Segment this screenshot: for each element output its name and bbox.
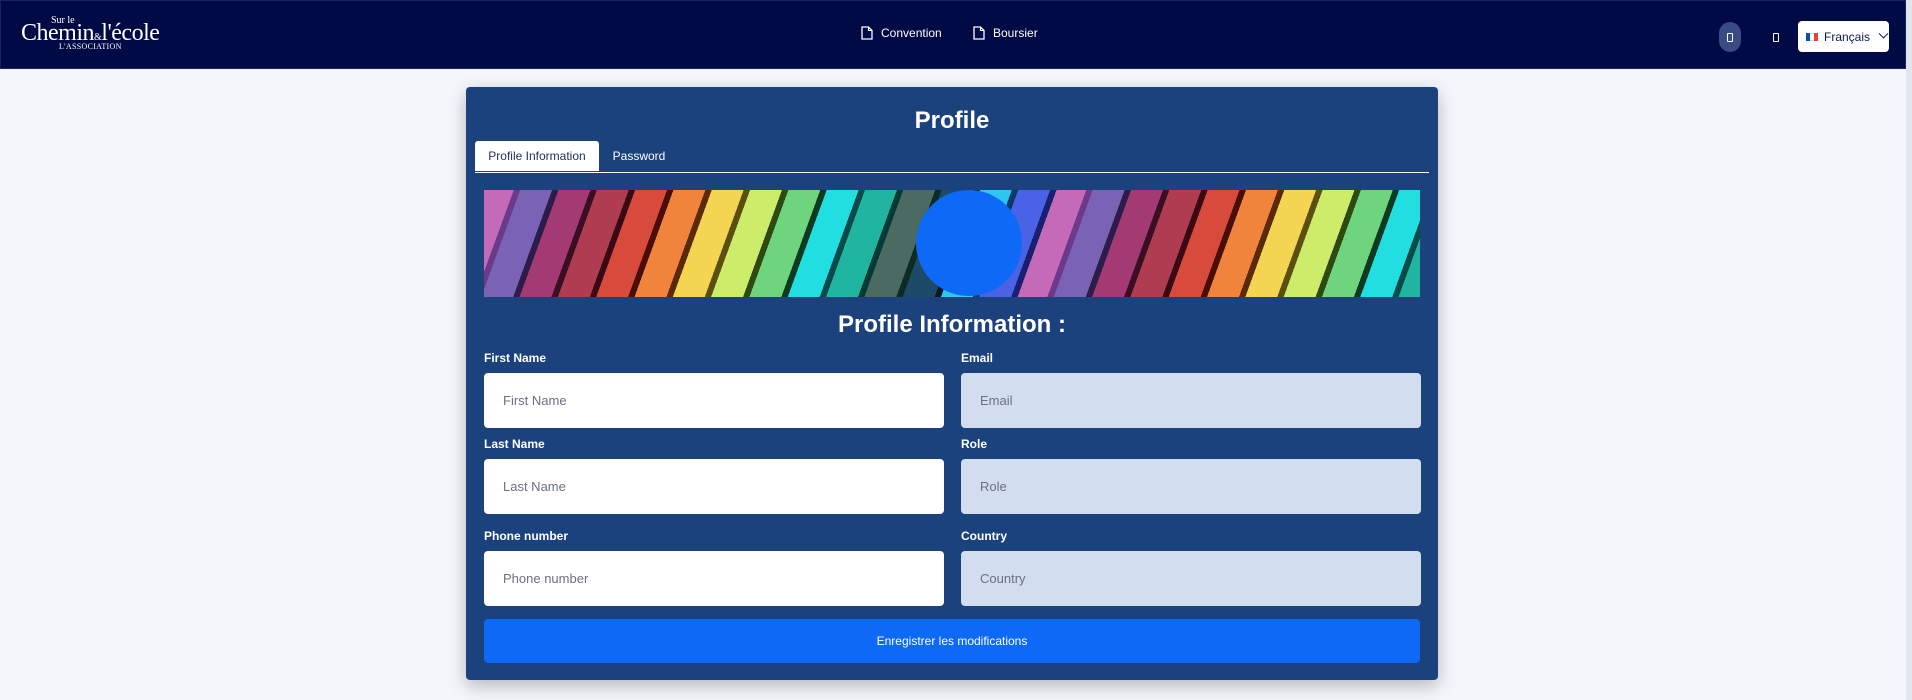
- logout-icon-button[interactable]: [1765, 22, 1787, 52]
- phone-label: Phone number: [484, 529, 569, 543]
- last-name-field[interactable]: [484, 459, 944, 514]
- user-icon-button[interactable]: [1719, 22, 1741, 52]
- role-label: Role: [961, 437, 988, 451]
- page-title: Profile: [914, 107, 990, 134]
- logo-association-text: L'ASSOCIATION: [59, 42, 122, 51]
- last-name-label: Last Name: [484, 437, 545, 451]
- nav-link-boursier[interactable]: Boursier: [973, 26, 1038, 40]
- nav-link-convention[interactable]: Convention: [861, 26, 942, 40]
- tab-profile-information[interactable]: Profile Information: [475, 141, 599, 171]
- language-select[interactable]: Français: [1798, 21, 1889, 52]
- french-flag-icon: [1806, 32, 1818, 41]
- section-title: Profile Information :: [838, 311, 1066, 338]
- profile-cover-banner: [484, 190, 1420, 297]
- top-navbar: Sur le Chemin&l'école L'ASSOCIATION Conv…: [0, 0, 1906, 69]
- document-icon: [861, 26, 873, 40]
- chevron-down-icon: [1878, 28, 1889, 39]
- save-changes-button[interactable]: Enregistrer les modifications: [484, 619, 1420, 663]
- tab-password[interactable]: Password: [599, 141, 679, 171]
- country-field: [961, 551, 1421, 606]
- avatar[interactable]: [916, 190, 1022, 296]
- user-icon: [1727, 32, 1733, 42]
- first-name-label: First Name: [484, 351, 547, 365]
- association-logo[interactable]: Sur le Chemin&l'école L'ASSOCIATION: [21, 15, 171, 55]
- profile-card: Profile Profile Information Password Pro…: [466, 87, 1438, 680]
- logout-icon: [1773, 32, 1779, 42]
- phone-field[interactable]: [484, 551, 944, 606]
- email-field: [961, 373, 1421, 428]
- nav-link-label: Convention: [881, 26, 942, 40]
- language-label: Français: [1824, 29, 1871, 44]
- nav-link-label: Boursier: [993, 26, 1038, 40]
- first-name-field[interactable]: [484, 373, 944, 428]
- country-label: Country: [961, 529, 1007, 543]
- document-icon: [973, 26, 985, 40]
- email-label: Email: [961, 351, 994, 365]
- profile-tabs: Profile Information Password: [475, 140, 1429, 173]
- role-field: [961, 459, 1421, 514]
- page-scrollbar[interactable]: [1906, 0, 1912, 700]
